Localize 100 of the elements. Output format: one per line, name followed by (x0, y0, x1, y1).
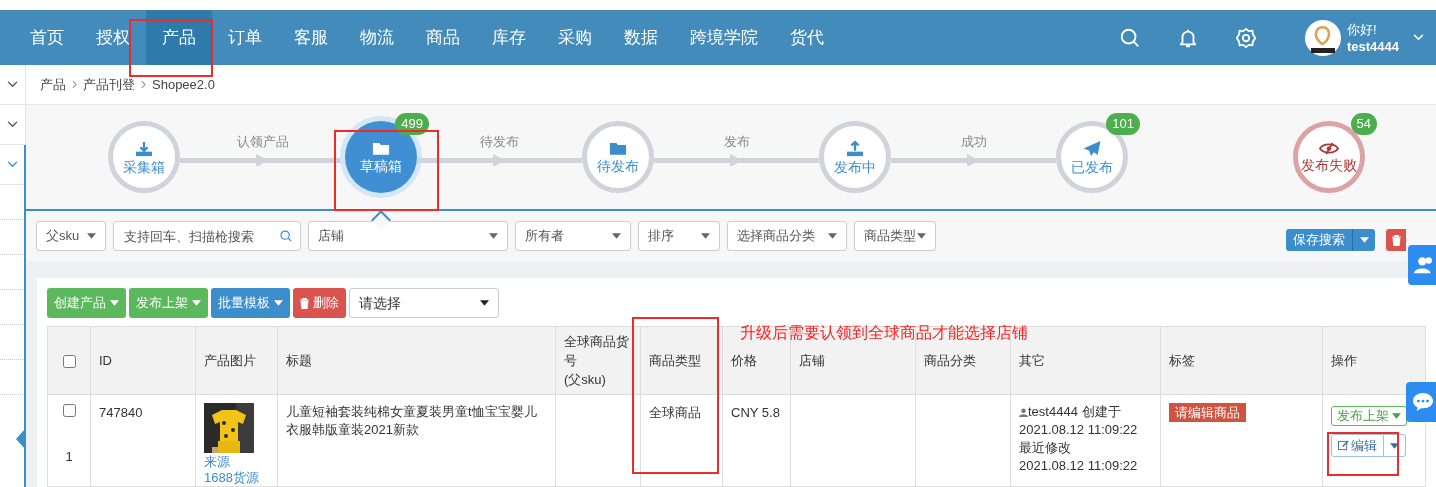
filter-dropdown[interactable]: 商品类型 (854, 221, 936, 251)
search-field[interactable]: 支持回车、扫描枪搜索 (113, 221, 301, 251)
modified-time: 2021.08.12 11:09:22 (1019, 457, 1139, 475)
column-header: 价格 (731, 352, 758, 370)
connector-label: 待发布 (480, 133, 519, 152)
price-cell: CNY 5.8 (731, 405, 780, 420)
column-header: 商品类型 (649, 352, 702, 370)
column-header: 其它 (1019, 352, 1046, 370)
caret-icon (489, 233, 498, 239)
caret-icon (87, 233, 96, 239)
creator-name: test4444 (1028, 403, 1078, 421)
nav-tab[interactable]: 物流 (344, 10, 410, 65)
chevron-down-icon[interactable] (7, 121, 18, 128)
upload-icon (846, 140, 864, 157)
delete-button[interactable] (1386, 229, 1406, 251)
breadcrumb-link[interactable]: Shopee2.0 (152, 74, 215, 95)
filter-dropdown[interactable]: 店铺 (308, 221, 508, 251)
count-badge: 101 (1106, 113, 1140, 135)
step-button[interactable]: 发布中 (819, 121, 891, 193)
nav-tab[interactable]: 库存 (476, 10, 542, 65)
user-name[interactable]: test4444 (1346, 37, 1399, 55)
column-header: 全球商品货号 (父sku) (564, 333, 630, 389)
annotation-text: 升级后需要认领到全球商品才能选择店铺 (740, 323, 1028, 343)
nav-tab[interactable]: 跨境学院 (674, 10, 774, 65)
save-search-button[interactable]: 保存搜索 (1286, 229, 1353, 251)
status-tag: 请编辑商品 (1169, 403, 1246, 422)
chat-icon (1412, 392, 1434, 412)
column-header: 标签 (1169, 352, 1196, 370)
caret-icon (701, 233, 710, 239)
eye-slash-icon (1319, 142, 1339, 155)
column-header: 商品分类 (924, 352, 977, 370)
caret-icon (917, 233, 926, 239)
filter-dropdown[interactable]: 排序 (638, 221, 720, 251)
connector-label: 认领产品 (236, 133, 289, 152)
caret-icon (1359, 237, 1369, 243)
nav-tab[interactable]: 数据 (608, 10, 674, 65)
column-header: 操作 (1331, 352, 1358, 370)
modified-label: 最近修改 (1019, 439, 1072, 457)
id-cell: 747840 (99, 405, 143, 420)
nav-tab[interactable]: 商品 (410, 10, 476, 65)
edit-button[interactable]: 编辑 (1331, 434, 1384, 457)
search-icon (280, 230, 292, 242)
toolbar-button[interactable]: 删除 (293, 288, 346, 318)
trash-icon (300, 297, 309, 309)
select-all-checkbox[interactable] (62, 354, 76, 368)
nav-tab[interactable]: 采购 (542, 10, 608, 65)
product-title: 儿童短袖套装纯棉女童夏装男童t恤宝宝婴儿衣服韩版童装2021新款 (286, 403, 538, 439)
toolbar-button[interactable]: 发布上架 (129, 288, 208, 318)
folder-icon (609, 141, 627, 156)
caret-icon (110, 300, 119, 306)
connector-label: 发布 (723, 133, 750, 152)
count-badge: 54 (1350, 113, 1377, 135)
chevron-down-icon[interactable] (7, 81, 18, 88)
settings-icon[interactable] (1234, 26, 1257, 49)
chevron-right-icon (72, 80, 77, 89)
avatar[interactable] (1304, 19, 1341, 56)
source-link[interactable]: 来源 (204, 454, 269, 470)
source-link[interactable]: 1688货源 (204, 470, 269, 486)
highlight-box (1327, 432, 1399, 476)
user-icon (1019, 407, 1028, 417)
caret-icon (1390, 442, 1399, 449)
step-button[interactable]: 采集箱 (108, 121, 180, 193)
column-header: 产品图片 (204, 352, 257, 370)
nav-tab[interactable]: 客服 (278, 10, 344, 65)
edit-icon (1338, 440, 1349, 451)
trash-icon (1392, 234, 1401, 246)
nav-tab[interactable]: 产品 (146, 10, 212, 65)
connector-label: 成功 (960, 133, 987, 152)
dropdown-toggle[interactable] (1353, 229, 1375, 251)
contacts-widget[interactable] (1408, 245, 1436, 285)
toolbar-button[interactable]: 批量模板 (211, 288, 290, 318)
breadcrumb-link[interactable]: 产品刊登 (83, 74, 135, 95)
nav-tab[interactable]: 授权 (80, 10, 146, 65)
breadcrumb-link[interactable]: 产品 (40, 74, 66, 95)
folder-icon (372, 141, 390, 156)
greeting-text: 你好! (1346, 20, 1378, 38)
paper-plane-icon (1082, 140, 1102, 157)
step-button[interactable]: 待发布 (582, 121, 654, 193)
search-icon[interactable] (1118, 26, 1141, 49)
download-icon (135, 140, 153, 157)
caret-icon (612, 233, 621, 239)
row-checkbox[interactable] (62, 404, 76, 417)
caret-icon (828, 233, 837, 239)
caret-icon (274, 300, 283, 306)
created-time: 2021.08.12 11:09:22 (1019, 421, 1139, 439)
chevron-down-icon[interactable] (7, 161, 18, 168)
toolbar-button[interactable]: 创建产品 (47, 288, 126, 318)
filter-dropdown[interactable]: 所有者 (515, 221, 631, 251)
nav-tab[interactable]: 首页 (14, 10, 80, 65)
filter-dropdown[interactable]: 选择商品分类 (727, 221, 847, 251)
nav-tab[interactable]: 订单 (212, 10, 278, 65)
dropdown-toggle[interactable] (1384, 434, 1406, 457)
type-cell: 全球商品 (649, 405, 701, 420)
caret-icon (1392, 413, 1401, 419)
caret-icon (192, 300, 201, 306)
column-header: 店铺 (799, 352, 826, 370)
batch-dropdown[interactable]: 请选择 (349, 288, 499, 318)
chat-widget[interactable] (1406, 382, 1436, 422)
nav-tab[interactable]: 货代 (774, 10, 840, 65)
filter-dropdown[interactable]: 父sku (36, 221, 106, 251)
